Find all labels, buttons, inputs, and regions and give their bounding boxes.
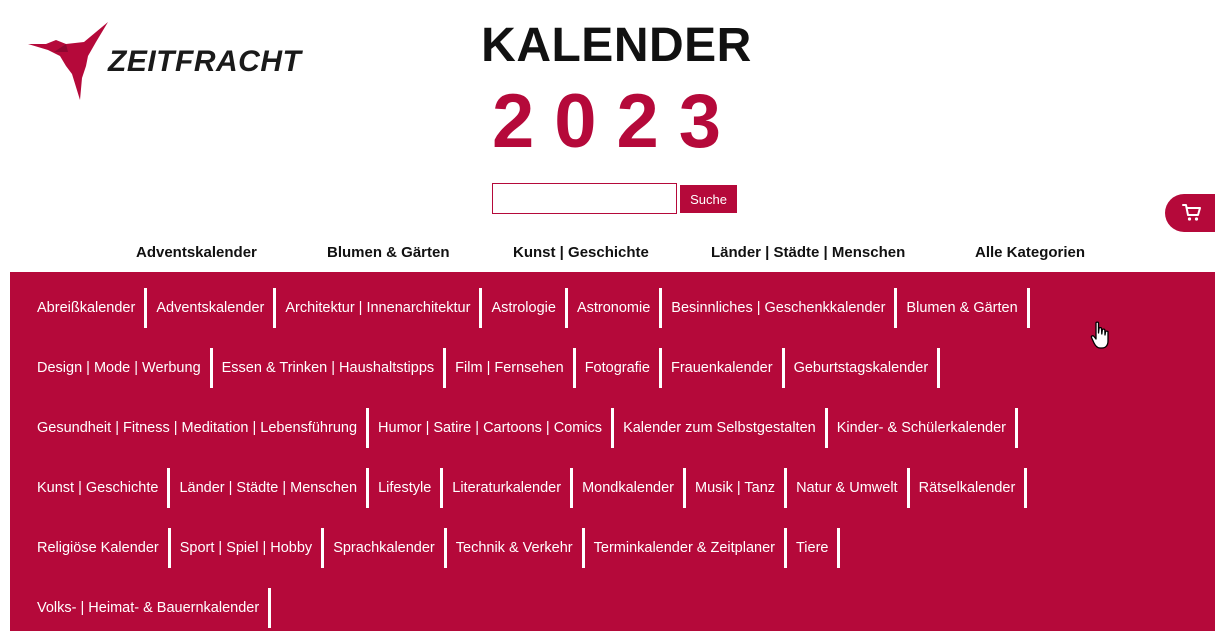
separator [443, 348, 447, 388]
search-input[interactable] [492, 183, 677, 214]
category-link[interactable]: Lifestyle [378, 468, 431, 508]
category-link[interactable]: Technik & Verkehr [456, 528, 573, 568]
category-link[interactable]: Kinder- & Schülerkalender [837, 408, 1006, 448]
separator [611, 408, 615, 448]
category-link[interactable]: Kalender zum Selbstgestalten [623, 408, 816, 448]
category-link[interactable]: Mondkalender [582, 468, 674, 508]
category-link[interactable]: Adventskalender [156, 288, 264, 328]
category-link[interactable]: Essen & Trinken | Haushaltstipps [222, 348, 435, 388]
nav-alle-kategorien[interactable]: Alle Kategorien [975, 244, 1085, 261]
separator [824, 408, 828, 448]
nav-adventskalender[interactable]: Adventskalender [136, 244, 257, 261]
category-link[interactable]: Astronomie [577, 288, 650, 328]
category-link[interactable]: Geburtstagskalender [794, 348, 929, 388]
category-link[interactable]: Literaturkalender [452, 468, 561, 508]
search-button[interactable]: Suche [680, 185, 737, 213]
page-title-year: 2023 [491, 79, 742, 164]
category-link[interactable]: Religiöse Kalender [37, 528, 159, 568]
hand-cursor-icon [1090, 321, 1109, 349]
separator [268, 588, 272, 628]
separator [658, 348, 662, 388]
cart-button[interactable] [1165, 194, 1215, 232]
separator [1014, 408, 1018, 448]
separator [781, 348, 785, 388]
category-row: Religiöse Kalender Sport | Spiel | Hobby… [37, 528, 1215, 568]
separator [581, 528, 585, 568]
category-link[interactable]: Kunst | Geschichte [37, 468, 158, 508]
cart-icon [1182, 204, 1201, 221]
category-row: Gesundheit | Fitness | Meditation | Lebe… [37, 408, 1215, 448]
category-link[interactable]: Musik | Tanz [695, 468, 775, 508]
nav-blumen-gaerten[interactable]: Blumen & Gärten [327, 244, 450, 261]
category-link[interactable]: Astrologie [491, 288, 555, 328]
separator [784, 468, 788, 508]
separator [366, 408, 370, 448]
separator [683, 468, 686, 508]
category-link[interactable]: Natur & Umwelt [796, 468, 898, 508]
separator [321, 528, 325, 568]
separator [144, 288, 148, 328]
top-navigation: Adventskalender Blumen & Gärten Kunst | … [0, 244, 1215, 264]
separator [440, 468, 444, 508]
category-link[interactable]: Blumen & Gärten [906, 288, 1017, 328]
separator [167, 528, 171, 568]
separator [659, 288, 663, 328]
category-link[interactable]: Länder | Städte | Menschen [179, 468, 357, 508]
category-link[interactable]: Film | Fernsehen [455, 348, 564, 388]
separator [837, 528, 841, 568]
category-link[interactable]: Abreißkalender [37, 288, 135, 328]
page-title: KALENDER [481, 19, 752, 72]
separator [572, 348, 576, 388]
nav-kunst-geschichte[interactable]: Kunst | Geschichte [513, 244, 649, 261]
category-link[interactable]: Volks- | Heimat- & Bauernkalender [37, 588, 259, 628]
category-link[interactable]: Sprachkalender [333, 528, 435, 568]
separator [894, 288, 898, 328]
separator [366, 468, 370, 508]
category-row: Volks- | Heimat- & Bauernkalender [37, 588, 1215, 628]
separator [1024, 468, 1028, 508]
category-link[interactable]: Frauenkalender [671, 348, 773, 388]
category-link[interactable]: Terminkalender & Zeitplaner [594, 528, 775, 568]
category-row: Kunst | Geschichte Länder | Städte | Men… [37, 468, 1215, 508]
nav-laender-staedte-menschen[interactable]: Länder | Städte | Menschen [711, 244, 905, 261]
category-row: Abreißkalender Adventskalender Architekt… [37, 288, 1215, 328]
category-link[interactable]: Sport | Spiel | Hobby [180, 528, 312, 568]
category-link[interactable]: Design | Mode | Werbung [37, 348, 201, 388]
separator [564, 288, 568, 328]
category-link[interactable]: Rätselkalender [919, 468, 1016, 508]
category-link[interactable]: Fotografie [585, 348, 650, 388]
separator [906, 468, 910, 508]
separator [1026, 288, 1030, 328]
separator [937, 348, 941, 388]
category-row: Design | Mode | Werbung Essen & Trinken … [37, 348, 1215, 388]
category-link[interactable]: Architektur | Innenarchitektur [285, 288, 470, 328]
category-link[interactable]: Humor | Satire | Cartoons | Comics [378, 408, 602, 448]
category-panel: Abreißkalender Adventskalender Architekt… [10, 272, 1215, 631]
separator [209, 348, 213, 388]
category-link[interactable]: Besinnliches | Geschenkkalender [671, 288, 885, 328]
category-link[interactable]: Gesundheit | Fitness | Meditation | Lebe… [37, 408, 357, 448]
separator [479, 288, 483, 328]
separator [273, 288, 277, 328]
separator [570, 468, 574, 508]
category-link[interactable]: Tiere [796, 528, 829, 568]
separator [783, 528, 787, 568]
separator [167, 468, 171, 508]
separator [443, 528, 447, 568]
